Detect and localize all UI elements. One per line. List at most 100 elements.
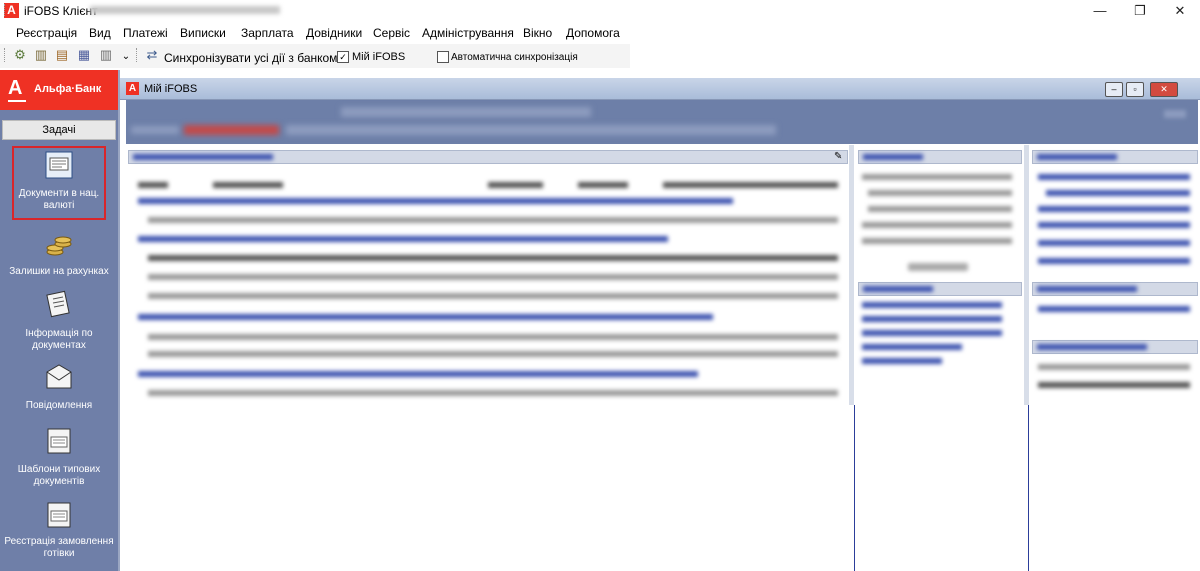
- balances-panel-header: ✎: [128, 150, 848, 164]
- blurred-row[interactable]: [148, 217, 838, 223]
- menu-administration[interactable]: Адміністрування: [422, 26, 514, 40]
- blurred-row[interactable]: [148, 351, 838, 357]
- menu-registration[interactable]: Реєстрація: [16, 26, 77, 40]
- blurred-column-header: [138, 182, 168, 188]
- sidebar-item-document-info[interactable]: Інформація по документах: [0, 290, 118, 352]
- menu-help[interactable]: Допомога: [566, 26, 620, 40]
- bank-logo-mark: А: [8, 77, 23, 99]
- blurred-link[interactable]: [1046, 190, 1190, 196]
- document-icon: [45, 151, 73, 179]
- bank-building-icon[interactable]: ▥: [33, 47, 49, 63]
- blurred-group-row[interactable]: [138, 314, 713, 320]
- sidebar-item-cash-order[interactable]: Реєстрація замовлення готівки: [0, 500, 118, 560]
- balances-panel: ✎: [128, 150, 848, 570]
- blurred-text: [1037, 286, 1137, 292]
- coins-icon: [46, 236, 72, 256]
- menu-window[interactable]: Вікно: [523, 26, 552, 40]
- blurred-text: [133, 154, 273, 160]
- calendar-icon[interactable]: ▦: [76, 47, 92, 63]
- blurred-column-header: [663, 182, 838, 188]
- cash-order-icon: [47, 502, 71, 528]
- blurred-link[interactable]: [1038, 206, 1190, 212]
- blurred-row[interactable]: [148, 255, 838, 261]
- my-statements-header: [858, 282, 1022, 296]
- bank-name: Альфа·Банк: [34, 83, 102, 95]
- blurred-row[interactable]: [148, 274, 838, 280]
- blurred-text: [1037, 344, 1147, 350]
- minimize-button[interactable]: —: [1080, 0, 1120, 22]
- envelope-icon: [46, 364, 72, 389]
- deposits-panel-header: [1032, 282, 1198, 296]
- blurred-column-header: [578, 182, 628, 188]
- messages-panel: [1032, 150, 1198, 410]
- blurred-link[interactable]: [1038, 258, 1190, 264]
- bank-office-icon[interactable]: ▥: [98, 47, 114, 63]
- blurred-group-row[interactable]: [138, 198, 733, 204]
- blurred-link[interactable]: [862, 316, 1002, 322]
- pin-icon[interactable]: ✎: [834, 151, 842, 162]
- menu-view[interactable]: Вид: [89, 26, 111, 40]
- blurred-row[interactable]: [148, 293, 838, 299]
- menu-statements[interactable]: Виписки: [180, 26, 226, 40]
- my-ifobs-checkbox[interactable]: ✓: [337, 51, 349, 63]
- template-icon: [47, 428, 71, 454]
- blurred-group-row[interactable]: [138, 371, 698, 377]
- blurred-header-line-1: [341, 107, 591, 117]
- sync-icon[interactable]: ⇄: [144, 47, 160, 63]
- bank-transfer-icon[interactable]: ▤: [54, 47, 70, 63]
- document-info-icon: [46, 290, 70, 318]
- blurred-row[interactable]: [868, 206, 1012, 212]
- blurred-row[interactable]: [862, 174, 1012, 180]
- close-button[interactable]: ✕: [1160, 0, 1200, 22]
- maximize-button[interactable]: ❐: [1120, 0, 1160, 22]
- blurred-link[interactable]: [1038, 222, 1190, 228]
- blurred-link[interactable]: [862, 344, 962, 350]
- bank-logo: А Альфа·Банк: [0, 70, 118, 110]
- blurred-link[interactable]: [862, 358, 942, 364]
- blurred-dropdown[interactable]: [908, 263, 968, 271]
- panel-splitter[interactable]: [849, 145, 854, 405]
- toolbar-dropdown-icon[interactable]: ⌄: [118, 49, 134, 65]
- sync-button-label[interactable]: Синхронізувати усі дії з банком: [164, 51, 337, 65]
- window-logo-icon: А: [126, 82, 139, 95]
- task-sidebar: А Альфа·Банк Задачі Документи в нац. вал…: [0, 70, 118, 571]
- sidebar-item-account-balances[interactable]: Залишки на рахунках: [0, 230, 118, 278]
- mdi-restore-button[interactable]: ▫: [1126, 82, 1144, 97]
- blurred-row[interactable]: [862, 238, 1012, 244]
- blurred-column-header: [213, 182, 283, 188]
- menu-payments[interactable]: Платежі: [123, 26, 168, 40]
- blurred-header-line-2: [286, 125, 776, 135]
- sidebar-item-messages[interactable]: Повідомлення: [0, 362, 118, 412]
- blurred-row: [1038, 364, 1190, 370]
- blurred-header-red-value: [184, 125, 279, 135]
- blurred-row[interactable]: [862, 222, 1012, 228]
- blurred-link[interactable]: [1038, 240, 1190, 246]
- blurred-row[interactable]: [148, 334, 838, 340]
- sidebar-item-label: Документи в нац. валюті: [18, 188, 100, 211]
- info-header-band: [126, 100, 1198, 144]
- panel-splitter[interactable]: [1024, 145, 1029, 405]
- messages-panel-header: [1032, 150, 1198, 164]
- blurred-link[interactable]: [862, 302, 1002, 308]
- mdi-close-button[interactable]: ✕: [1150, 82, 1178, 97]
- menu-service[interactable]: Сервіс: [373, 26, 410, 40]
- menu-salary[interactable]: Зарплата: [241, 26, 294, 40]
- blurred-group-row[interactable]: [138, 236, 668, 242]
- sync-gear-icon[interactable]: ⚙: [12, 47, 28, 63]
- documents-panel-header: [858, 150, 1022, 164]
- blurred-row[interactable]: [148, 390, 838, 396]
- blurred-column-header: [488, 182, 543, 188]
- blurred-link[interactable]: [1038, 306, 1190, 312]
- sidebar-item-templates[interactable]: Шаблони типових документів: [0, 426, 118, 488]
- blurred-link[interactable]: [1038, 174, 1190, 180]
- mdi-minimize-button[interactable]: –: [1105, 82, 1123, 97]
- autosync-checkbox[interactable]: [437, 51, 449, 63]
- blurred-link[interactable]: [862, 330, 1002, 336]
- app-title: iFOBS Клієнт: [24, 4, 98, 18]
- bank-logo-underline: [8, 100, 26, 102]
- menu-directories[interactable]: Довідники: [306, 26, 362, 40]
- sidebar-item-documents-national-currency[interactable]: Документи в нац. валюті: [0, 150, 118, 212]
- sidebar-item-label: Інформація по документах: [25, 328, 93, 351]
- blurred-row[interactable]: [868, 190, 1012, 196]
- blurred-header-label: [131, 126, 179, 134]
